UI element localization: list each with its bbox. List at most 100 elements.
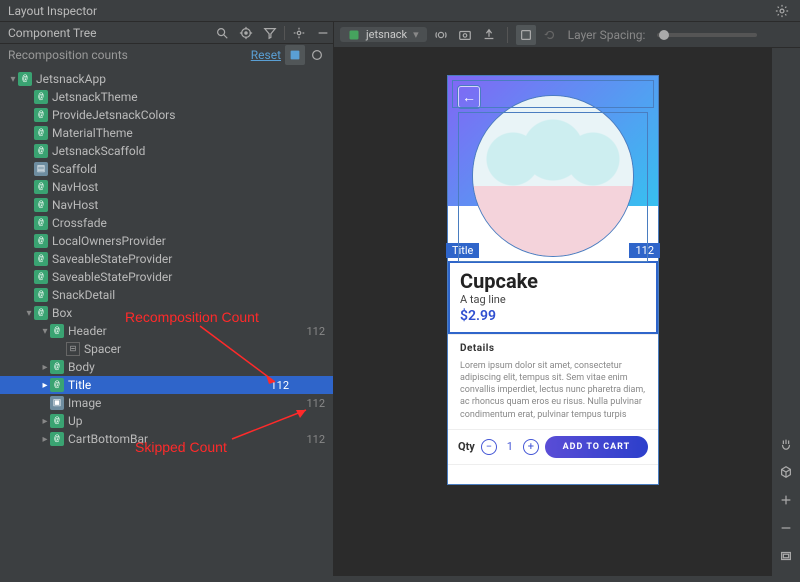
comp-icon: @ bbox=[34, 288, 48, 302]
refresh-icon[interactable] bbox=[540, 25, 560, 45]
tree-node-navhost[interactable]: @NavHost bbox=[0, 196, 333, 214]
tree-node-up[interactable]: ▸@Up bbox=[0, 412, 333, 430]
details-heading: Details bbox=[460, 343, 646, 354]
comp-icon: @ bbox=[34, 126, 48, 140]
comp-icon: @ bbox=[18, 72, 32, 86]
preview-panel: jetsnack ▾ Layer Spacing: ← bbox=[334, 22, 800, 576]
tree-label: SnackDetail bbox=[52, 288, 253, 302]
zoom-out-icon[interactable] bbox=[774, 516, 798, 540]
tree-label: JetsnackTheme bbox=[52, 90, 253, 104]
column-skip-icon[interactable] bbox=[307, 45, 327, 65]
tree-label: MaterialTheme bbox=[52, 126, 253, 140]
title-bar: Layout Inspector bbox=[0, 0, 800, 22]
process-selector[interactable]: jetsnack ▾ bbox=[340, 27, 427, 42]
live-icon[interactable] bbox=[431, 25, 451, 45]
skipped-count: 112 bbox=[289, 325, 325, 338]
tree-node-header[interactable]: ▾@Header112 bbox=[0, 322, 333, 340]
side-toolbar bbox=[772, 48, 800, 576]
tree-node-crossfade[interactable]: @Crossfade bbox=[0, 214, 333, 232]
title-card: Title 112 Cupcake A tag line $2.99 bbox=[448, 261, 658, 334]
tree-node-jetsnackapp[interactable]: ▾@JetsnackApp bbox=[0, 70, 333, 88]
settings-icon[interactable] bbox=[289, 23, 309, 43]
tree-node-saveablestateprovider[interactable]: @ SaveableStateProvider bbox=[0, 250, 333, 268]
tree-label: JetsnackApp bbox=[36, 72, 253, 86]
process-name: jetsnack bbox=[366, 28, 407, 41]
comp-icon: @ bbox=[34, 180, 48, 194]
cart-row: Qty − 1 + ADD TO CART bbox=[448, 429, 658, 464]
tree-label: SaveableStateProvider bbox=[52, 252, 253, 266]
tree-node-materialtheme[interactable]: @ MaterialTheme bbox=[0, 124, 333, 142]
add-to-cart-button[interactable]: ADD TO CART bbox=[545, 436, 648, 458]
tree-node-navhost[interactable]: @ NavHost bbox=[0, 178, 333, 196]
tree-label: Body bbox=[68, 360, 253, 374]
tree-node-box[interactable]: ▾@Box bbox=[0, 304, 333, 322]
comp-icon: @ bbox=[50, 414, 64, 428]
tree-label: NavHost bbox=[52, 180, 253, 194]
tree-node-cartbottombar[interactable]: ▸@CartBottomBar112 bbox=[0, 430, 333, 448]
tree-node-body[interactable]: ▸@Body bbox=[0, 358, 333, 376]
comp-icon: @ bbox=[50, 324, 64, 338]
tree-node-title[interactable]: ▸@Title112 bbox=[0, 376, 333, 394]
tree-node-jetsnackscaffold[interactable]: @JetsnackScaffold bbox=[0, 142, 333, 160]
tree-label: Title bbox=[68, 378, 253, 392]
spacer-icon: ⊟ bbox=[66, 342, 80, 356]
details-text: Lorem ipsum dolor sit amet, consectetur … bbox=[460, 360, 646, 421]
export-icon[interactable] bbox=[479, 25, 499, 45]
tree-label: SaveableStateProvider bbox=[52, 270, 253, 284]
skipped-count: 112 bbox=[289, 433, 325, 446]
comp-icon: @ bbox=[34, 108, 48, 122]
tree-node-saveablestateprovider[interactable]: @ SaveableStateProvider bbox=[0, 268, 333, 286]
comp-icon: @ bbox=[34, 270, 48, 284]
details-block: Details Lorem ipsum dolor sit amet, cons… bbox=[448, 334, 658, 429]
preview-toolbar: jetsnack ▾ Layer Spacing: bbox=[334, 22, 800, 48]
reset-link[interactable]: Reset bbox=[251, 48, 281, 62]
tree-node-scaffold[interactable]: ▤ Scaffold bbox=[0, 160, 333, 178]
product-price: $2.99 bbox=[460, 308, 646, 324]
recomposition-header: Recomposition counts Reset bbox=[0, 44, 333, 66]
pan-icon[interactable] bbox=[774, 432, 798, 456]
tree-label: Scaffold bbox=[52, 162, 253, 176]
qty-value[interactable]: 1 bbox=[503, 440, 517, 453]
scaffold-icon: ▤ bbox=[34, 162, 48, 176]
recomp-count: 112 bbox=[253, 379, 289, 392]
comp-icon: @ bbox=[34, 306, 48, 320]
layer-spacing-slider[interactable] bbox=[657, 33, 757, 37]
tree-node-providejetsnackcolors[interactable]: @ProvideJetsnackColors bbox=[0, 106, 333, 124]
filter-icon[interactable] bbox=[260, 23, 280, 43]
tree-node-jetsnacktheme[interactable]: @JetsnackTheme bbox=[0, 88, 333, 106]
preview-canvas[interactable]: ← Title 112 Cupcake A tag line $2.99 bbox=[334, 48, 772, 576]
search-icon[interactable] bbox=[212, 23, 232, 43]
tree-node-image[interactable]: ▣Image112 bbox=[0, 394, 333, 412]
tree-node-snackdetail[interactable]: @ SnackDetail bbox=[0, 286, 333, 304]
snapshot-icon[interactable] bbox=[455, 25, 475, 45]
zoom-fit-icon[interactable] bbox=[774, 544, 798, 568]
device-frame: ← Title 112 Cupcake A tag line $2.99 bbox=[448, 76, 658, 484]
comp-icon: @ bbox=[50, 432, 64, 446]
qty-label: Qty bbox=[458, 440, 475, 453]
qty-plus-button[interactable]: + bbox=[523, 439, 539, 455]
tree-label: Crossfade bbox=[52, 216, 253, 230]
settings-gear-icon[interactable] bbox=[772, 1, 792, 21]
component-tree[interactable]: ▾@JetsnackApp@JetsnackTheme@ProvideJetsn… bbox=[0, 66, 333, 576]
tree-label: CartBottomBar bbox=[68, 432, 253, 446]
comp-icon: @ bbox=[50, 378, 64, 392]
component-tree-panel: Component Tree Recomposition counts Rese… bbox=[0, 22, 334, 576]
tree-node-spacer[interactable]: ⊟ Spacer bbox=[0, 340, 333, 358]
minimize-icon[interactable] bbox=[313, 23, 333, 43]
tree-label: Image bbox=[68, 396, 253, 410]
mode-3d-icon[interactable] bbox=[774, 460, 798, 484]
tree-node-localownersprovider[interactable]: @LocalOwnersProvider bbox=[0, 232, 333, 250]
comp-icon: @ bbox=[34, 252, 48, 266]
mode-2d-icon[interactable] bbox=[516, 25, 536, 45]
locate-icon[interactable] bbox=[236, 23, 256, 43]
tree-label: Box bbox=[52, 306, 253, 320]
tree-label: Header bbox=[68, 324, 253, 338]
zoom-in-icon[interactable] bbox=[774, 488, 798, 512]
tree-label: Spacer bbox=[84, 342, 253, 356]
component-tree-header: Component Tree bbox=[0, 22, 333, 44]
image-icon: ▣ bbox=[50, 396, 64, 410]
qty-minus-button[interactable]: − bbox=[481, 439, 497, 455]
tree-label: LocalOwnersProvider bbox=[52, 234, 253, 248]
recomposition-counts-label: Recomposition counts bbox=[8, 48, 128, 62]
column-recomp-icon[interactable] bbox=[285, 45, 305, 65]
